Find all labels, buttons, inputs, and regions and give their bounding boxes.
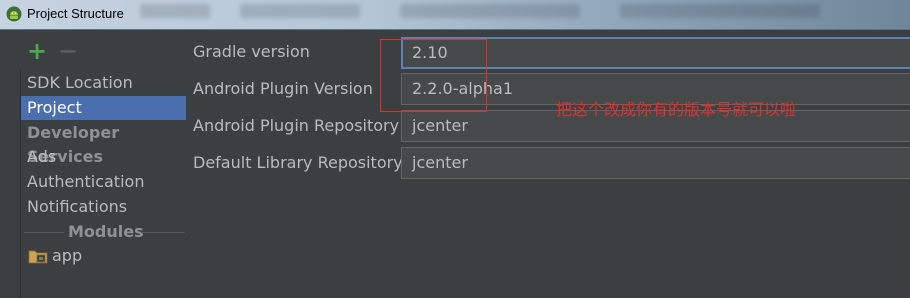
default-library-repository-field[interactable]: jcenter xyxy=(401,147,910,179)
sidebar-header-modules: Modules xyxy=(21,220,186,244)
titlebar-background-blur xyxy=(620,4,820,18)
sidebar-item-notifications[interactable]: Notifications xyxy=(21,195,186,219)
sidebar-list: SDK Location Project Developer Services … xyxy=(20,70,186,298)
sidebar-item-app[interactable]: app xyxy=(21,244,186,268)
annotation-text: 把这个改成你有的版本号就可以啦 xyxy=(556,100,797,119)
dialog-content: + − SDK Location Project Developer Servi… xyxy=(0,30,910,298)
titlebar-background-blur xyxy=(400,4,580,18)
separator-line xyxy=(24,232,64,233)
module-folder-icon xyxy=(28,250,48,264)
sidebar-header-developer-services: Developer Services xyxy=(27,123,120,166)
sidebar-item-sdk-location[interactable]: SDK Location xyxy=(21,71,186,95)
window-titlebar: Project Structure xyxy=(0,0,910,30)
gradle-version-label: Gradle version xyxy=(193,42,310,61)
android-plugin-version-label: Android Plugin Version xyxy=(193,79,373,98)
titlebar-background-blur xyxy=(240,4,360,18)
modules-label: Modules xyxy=(68,222,144,241)
sidebar-item-authentication[interactable]: Authentication xyxy=(21,170,186,194)
separator-line xyxy=(141,232,185,233)
sidebar-item-project[interactable]: Project xyxy=(21,96,186,120)
window-title: Project Structure xyxy=(27,6,124,21)
default-library-repository-label: Default Library Repository xyxy=(193,153,403,172)
annotation-highlight-box xyxy=(380,39,487,112)
left-panel: + − SDK Location Project Developer Servi… xyxy=(0,30,186,298)
sidebar-item-app-label: app xyxy=(52,246,83,265)
android-icon xyxy=(6,6,22,22)
remove-button[interactable]: − xyxy=(58,39,78,63)
sidebar-item-ads[interactable]: Ads xyxy=(21,145,186,169)
android-plugin-repository-label: Android Plugin Repository xyxy=(193,116,400,135)
add-button[interactable]: + xyxy=(27,39,47,63)
titlebar-background-blur xyxy=(140,4,210,18)
